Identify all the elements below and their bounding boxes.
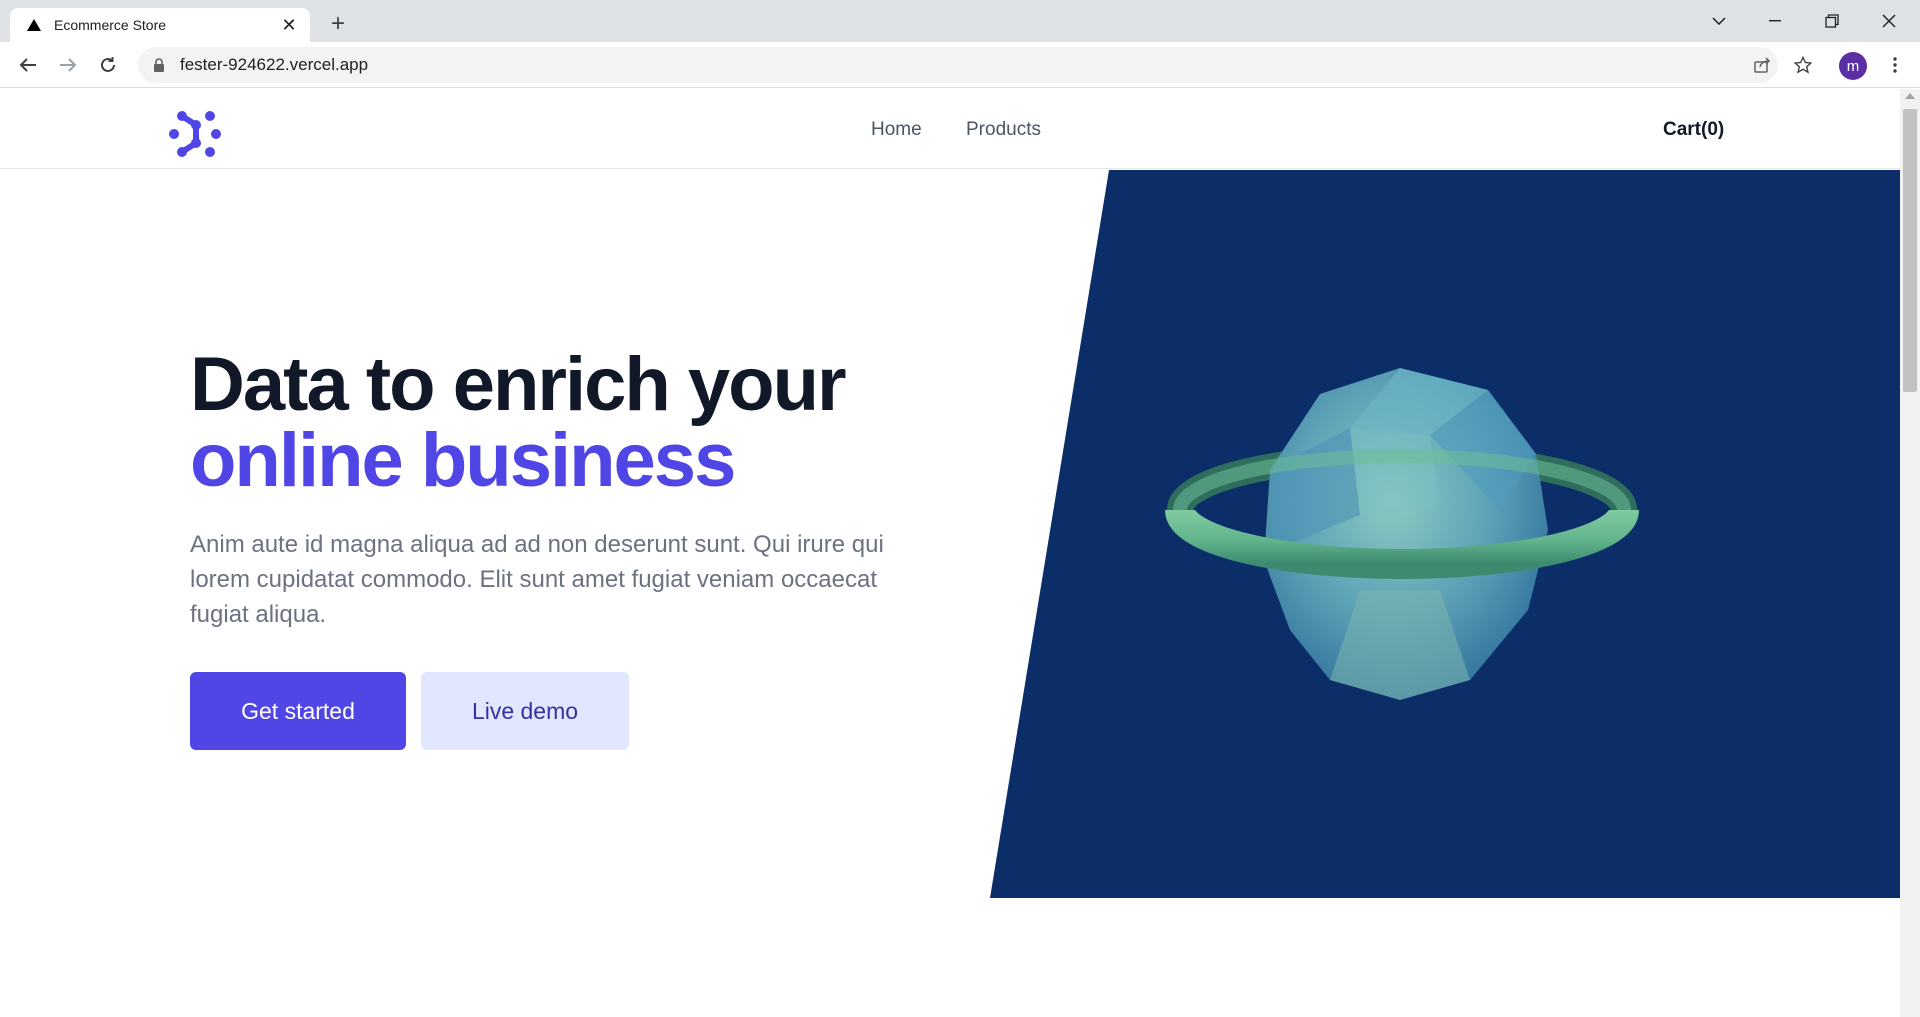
reload-icon[interactable] [92, 49, 124, 81]
forward-arrow-icon[interactable] [52, 49, 84, 81]
profile-avatar[interactable]: m [1839, 52, 1867, 80]
nav-products[interactable]: Products [966, 119, 1041, 141]
share-icon[interactable] [1747, 50, 1777, 80]
more-menu-icon[interactable] [1880, 50, 1910, 80]
hero-description: Anim aute id magna aliqua ad ad non dese… [190, 531, 884, 628]
hero-title-line1: Data to enrich your [190, 342, 847, 427]
back-arrow-icon[interactable] [12, 49, 44, 81]
url-text: fester-924622.vercel.app [180, 55, 369, 74]
site-header: Home Products Cart(0) [0, 89, 1900, 169]
get-started-button[interactable]: Get started [190, 672, 406, 750]
live-demo-button[interactable]: Live demo [421, 672, 629, 750]
hero-title: Data to enrich your online business [190, 347, 910, 499]
address-bar[interactable]: fester-924622.vercel.app [138, 47, 1778, 83]
bookmark-star-icon[interactable] [1788, 50, 1818, 80]
vercel-triangle-icon [26, 17, 42, 33]
lock-icon[interactable] [152, 57, 166, 73]
tab-search-icon[interactable] [1696, 4, 1742, 38]
browser-tab[interactable]: Ecommerce Store ✕ [10, 8, 310, 42]
hero-content: Data to enrich your online business Anim… [190, 347, 910, 750]
browser-tabstrip: Ecommerce Store ✕ + [0, 0, 1920, 42]
restore-button[interactable] [1809, 4, 1855, 38]
cart-link[interactable]: Cart(0) [1663, 119, 1724, 141]
page-scrollbar[interactable] [1900, 89, 1920, 1017]
hero-buttons: Get started Live demo [190, 672, 910, 750]
hero-title-line2: online business [190, 418, 736, 503]
minimize-button[interactable] [1752, 4, 1798, 38]
close-tab-icon[interactable]: ✕ [278, 14, 300, 36]
tab-title: Ecommerce Store [54, 17, 167, 33]
page-viewport: Home Products Cart(0) Data to enrich you… [0, 89, 1900, 1017]
scrollbar-thumb[interactable] [1903, 109, 1917, 392]
browser-toolbar: fester-924622.vercel.app m [0, 42, 1920, 88]
nav-home[interactable]: Home [871, 119, 922, 141]
site-logo-icon[interactable] [168, 109, 224, 159]
new-tab-button[interactable]: + [324, 10, 352, 38]
close-window-button[interactable] [1866, 4, 1912, 38]
scroll-up-arrow-icon[interactable] [1905, 93, 1915, 99]
